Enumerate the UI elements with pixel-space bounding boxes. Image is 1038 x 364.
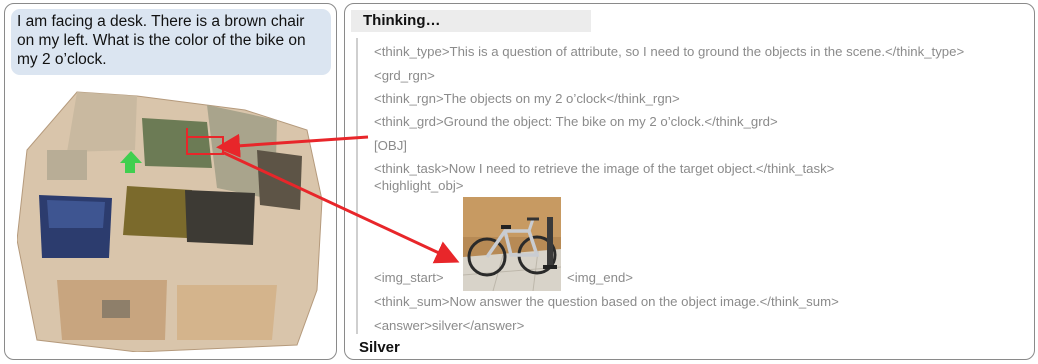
line-highlight-obj: <highlight_obj> bbox=[374, 178, 464, 193]
line-img-end: <img_end> bbox=[567, 270, 633, 285]
line-think-type: <think_type>This is a question of attrib… bbox=[374, 44, 965, 59]
line-think-sum: <think_sum>Now answer the question based… bbox=[374, 294, 839, 309]
scene-panel: I am facing a desk. There is a brown cha… bbox=[4, 3, 337, 360]
line-think-task: <think_task>Now I need to retrieve the i… bbox=[374, 161, 835, 176]
line-think-grd: <think_grd>Ground the object: The bike o… bbox=[374, 114, 778, 129]
line-obj: [OBJ] bbox=[374, 138, 407, 153]
line-img-start: <img_start> bbox=[374, 270, 444, 285]
scene-3d-view bbox=[17, 91, 323, 352]
bike-image bbox=[463, 197, 561, 291]
final-answer: Silver bbox=[359, 339, 400, 356]
question-box: I am facing a desk. There is a brown cha… bbox=[11, 9, 331, 75]
thinking-rail bbox=[356, 38, 358, 334]
thinking-header: Thinking… bbox=[351, 10, 591, 32]
thinking-panel: Thinking… <think_type>This is a question… bbox=[344, 3, 1035, 360]
line-grd-rgn: <grd_rgn> bbox=[374, 68, 435, 83]
line-answer: <answer>silver</answer> bbox=[374, 318, 525, 333]
line-think-rgn: <think_rgn>The objects on my 2 o’clock</… bbox=[374, 91, 680, 106]
